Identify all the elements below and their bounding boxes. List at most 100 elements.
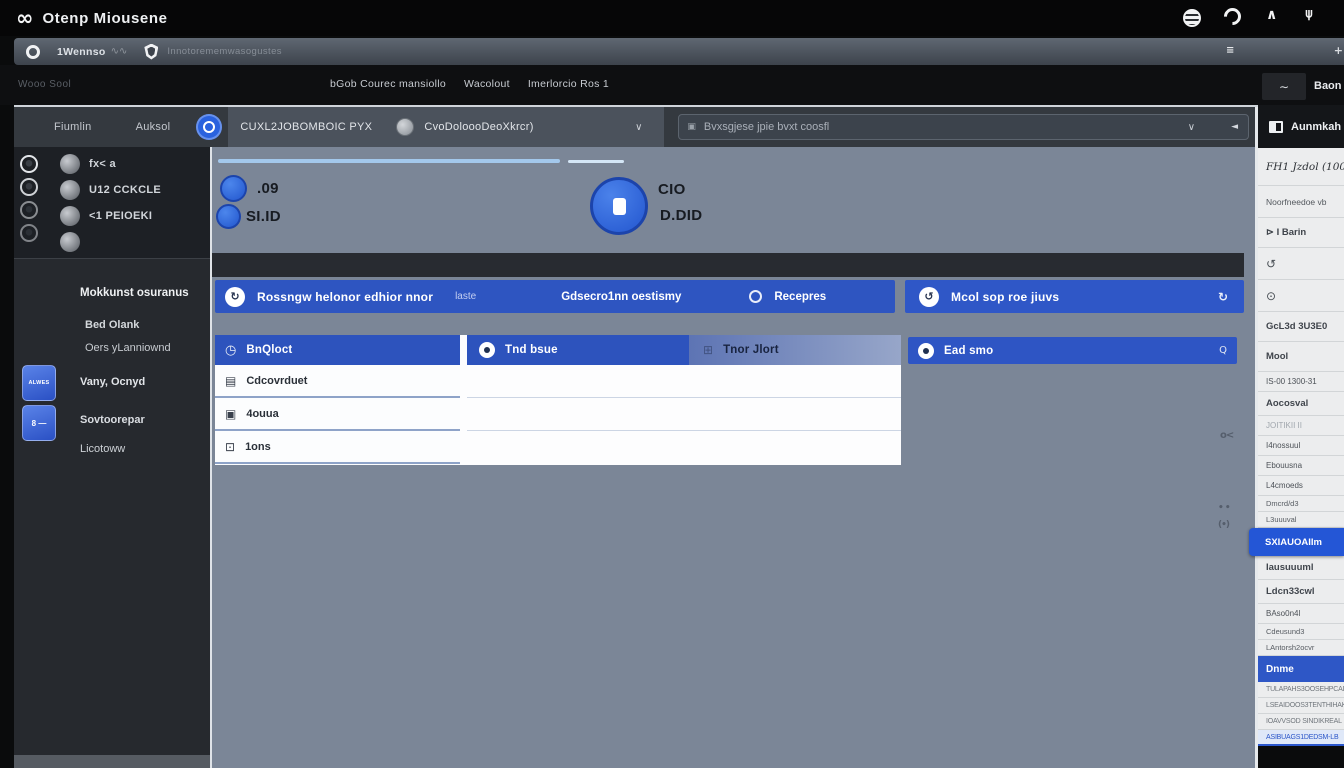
chevron-down-icon[interactable]: ∨ (635, 122, 642, 133)
list-item[interactable]: Iausuuuml (1258, 556, 1344, 580)
refresh-icon[interactable] (1220, 4, 1244, 28)
record-icon[interactable] (26, 45, 40, 59)
nav-tile-2[interactable]: 8 — (22, 405, 56, 441)
profile-subtitle-1[interactable]: Bed Olank (85, 319, 139, 331)
search-input[interactable] (704, 121, 1188, 133)
list-item[interactable]: FH1 Jzdol (100 (1258, 148, 1344, 186)
panel-title: BnQloct (246, 344, 292, 356)
menu-item-interface[interactable]: Imerlorcio Ros 1 (528, 78, 609, 90)
bracket-dot-icon[interactable]: (•) (1218, 520, 1229, 530)
list-item[interactable]: Dnme (1258, 656, 1344, 682)
search-chevron-icon[interactable]: ∨ (1188, 122, 1195, 133)
user-name: <1 PEIOEKI (89, 210, 152, 222)
list-item-label: LAntorsh2ocvr (1266, 643, 1314, 652)
list-item-label: JOITIKII II (1266, 421, 1302, 430)
list-item[interactable]: ↺ (1258, 248, 1344, 280)
branch-icon[interactable]: ⋔ (1303, 6, 1315, 22)
plus-icon[interactable]: + (1334, 44, 1343, 57)
subject-panel: ◷ BnQloct ▤ Cdcovrduet ▣ 4ouua ⊡ 1ons (215, 335, 460, 465)
detail-panel-body (467, 365, 901, 465)
list-item[interactable]: I4nossuul (1258, 436, 1344, 456)
list-item[interactable]: Aocosval (1258, 392, 1344, 416)
profile-title[interactable]: Mokkunst osuranus (80, 287, 189, 299)
list-item[interactable]: LAntorsh2ocvr (1258, 640, 1344, 656)
status-ring-icon[interactable] (749, 290, 762, 303)
list-item[interactable]: IOAVVSOD SINDIKREAL (1258, 714, 1344, 730)
refresh-icon[interactable]: ↻ (1218, 290, 1228, 304)
list-item[interactable]: Mool (1258, 342, 1344, 372)
list-item[interactable]: Ebouusna (1258, 456, 1344, 476)
list-item[interactable]: TULAPAHS3OOSEHPCADO (1258, 682, 1344, 698)
primary-stat-button[interactable] (590, 177, 648, 235)
list-item[interactable]: BAso0n4l (1258, 604, 1344, 624)
list-item[interactable]: ASIBUAGS1DEDSM-LB (1258, 730, 1344, 746)
list-item[interactable]: Cdeusund3 (1258, 624, 1344, 640)
tab-second[interactable]: Auksol (136, 121, 171, 133)
user-row[interactable]: fx< a (60, 151, 161, 177)
menu-item-watchlist[interactable]: Wacolout (464, 78, 510, 90)
user-dot-icon (918, 343, 934, 359)
list-item[interactable]: L4cmoeds (1258, 476, 1344, 496)
gear-icon[interactable]: Q (1219, 345, 1227, 356)
dot-box-icon: ⊡ (225, 440, 235, 454)
list-item[interactable]: ⊡ 1ons (215, 431, 460, 464)
banner-subtitle: laste (455, 291, 476, 302)
list-item[interactable]: LSEAIDOOS3TENTHIHAKD (1258, 698, 1344, 714)
user-row[interactable]: U12 CCKCLE (60, 177, 161, 203)
nav-tile-1[interactable]: ALWES (22, 365, 56, 401)
avatar (60, 154, 80, 174)
list-item-label: 1ons (245, 441, 271, 453)
menu-item-monitoring[interactable]: bGob Courec mansiollo (330, 78, 446, 90)
detail-panel: Tnd bsue ⊞ Tnor Jlort (467, 335, 901, 465)
list-item[interactable]: SXIAUOAIIm (1249, 528, 1344, 556)
detail-header-secondary[interactable]: ⊞ Tnor Jlort (689, 335, 901, 365)
right-sidebar-header: Aunmkah (1258, 105, 1344, 148)
nav-tile-2-label[interactable]: Sovtoorepar (80, 414, 145, 426)
detail-header-primary[interactable]: Tnd bsue (467, 335, 689, 365)
user-status-icon[interactable] (20, 201, 38, 219)
list-item-label: L3uuuval (1266, 515, 1296, 524)
user-avatar-icon[interactable] (396, 118, 414, 136)
search-field[interactable]: ▣ ∨ ◄ (678, 114, 1249, 140)
globe-icon[interactable] (1183, 9, 1201, 27)
filter-dropdown-secondary[interactable]: CvoDoloooDeoXkrcr) (424, 121, 533, 133)
sidebar-footer-label[interactable]: Licotoww (80, 443, 125, 455)
collapse-button[interactable]: ∼ (1262, 73, 1306, 100)
application-window: ∞ Otenp Miousene ∧ ⋔ 1Wennso ∿∿ Innotore… (0, 0, 1344, 768)
history-icon[interactable]: ↻ (225, 287, 245, 307)
user-status-icon[interactable] (20, 178, 38, 196)
empty-row (467, 365, 901, 398)
profile-subtitle-2[interactable]: Oers yLanniownd (85, 342, 171, 354)
list-item[interactable]: ▣ 4ouua (215, 398, 460, 431)
user-row[interactable]: <1 PEIOEKI (60, 203, 161, 229)
undo-icon[interactable]: ↺ (919, 287, 939, 307)
user-row[interactable] (60, 229, 161, 255)
list-item[interactable]: L3uuuval (1258, 512, 1344, 528)
list-item[interactable]: ▤ Cdcovrduet (215, 365, 460, 398)
list-item[interactable]: Dmcrd/d3 (1258, 496, 1344, 512)
search-back-icon[interactable]: ◄ (1231, 122, 1238, 132)
list-item-label: FH1 Jzdol (100 (1266, 161, 1344, 173)
list-item[interactable]: JOITIKII II (1258, 416, 1344, 436)
user-status-icon[interactable] (20, 155, 38, 173)
list-item-label: IOAVVSOD SINDIKREAL (1266, 718, 1342, 725)
list-item[interactable]: ⊳ I Barin (1258, 218, 1344, 248)
share-icon[interactable]: o< (1220, 430, 1233, 441)
menu-lines-icon[interactable]: ≡ (1226, 45, 1234, 56)
status-badge-icon[interactable] (196, 114, 222, 140)
filter-dropdown-primary[interactable]: CUXL2JOBOMBOIC PYX (240, 121, 372, 133)
list-item[interactable]: GcL3d 3U3E0 (1258, 312, 1344, 342)
section-divider-band (212, 253, 1244, 277)
nav-tile-1-label[interactable]: Vany, Ocnyd (80, 376, 145, 388)
list-item[interactable]: IS-00 1300-31 (1258, 372, 1344, 392)
panel-title: Tnd bsue (505, 344, 558, 356)
user-status-icon[interactable] (20, 224, 38, 242)
caret-up-icon[interactable]: ∧ (1266, 7, 1277, 23)
tab-first[interactable]: Fiumlin (54, 121, 92, 133)
list-item[interactable]: ⊙ (1258, 280, 1344, 312)
list-item[interactable]: Noorfneedoe vb (1258, 186, 1344, 218)
back-button[interactable]: Baon (1314, 80, 1342, 92)
dots-icon[interactable]: • • (1218, 503, 1230, 513)
list-item[interactable]: Ldcn33cwl (1258, 580, 1344, 604)
banner-right-label[interactable]: Recepres (774, 291, 826, 303)
